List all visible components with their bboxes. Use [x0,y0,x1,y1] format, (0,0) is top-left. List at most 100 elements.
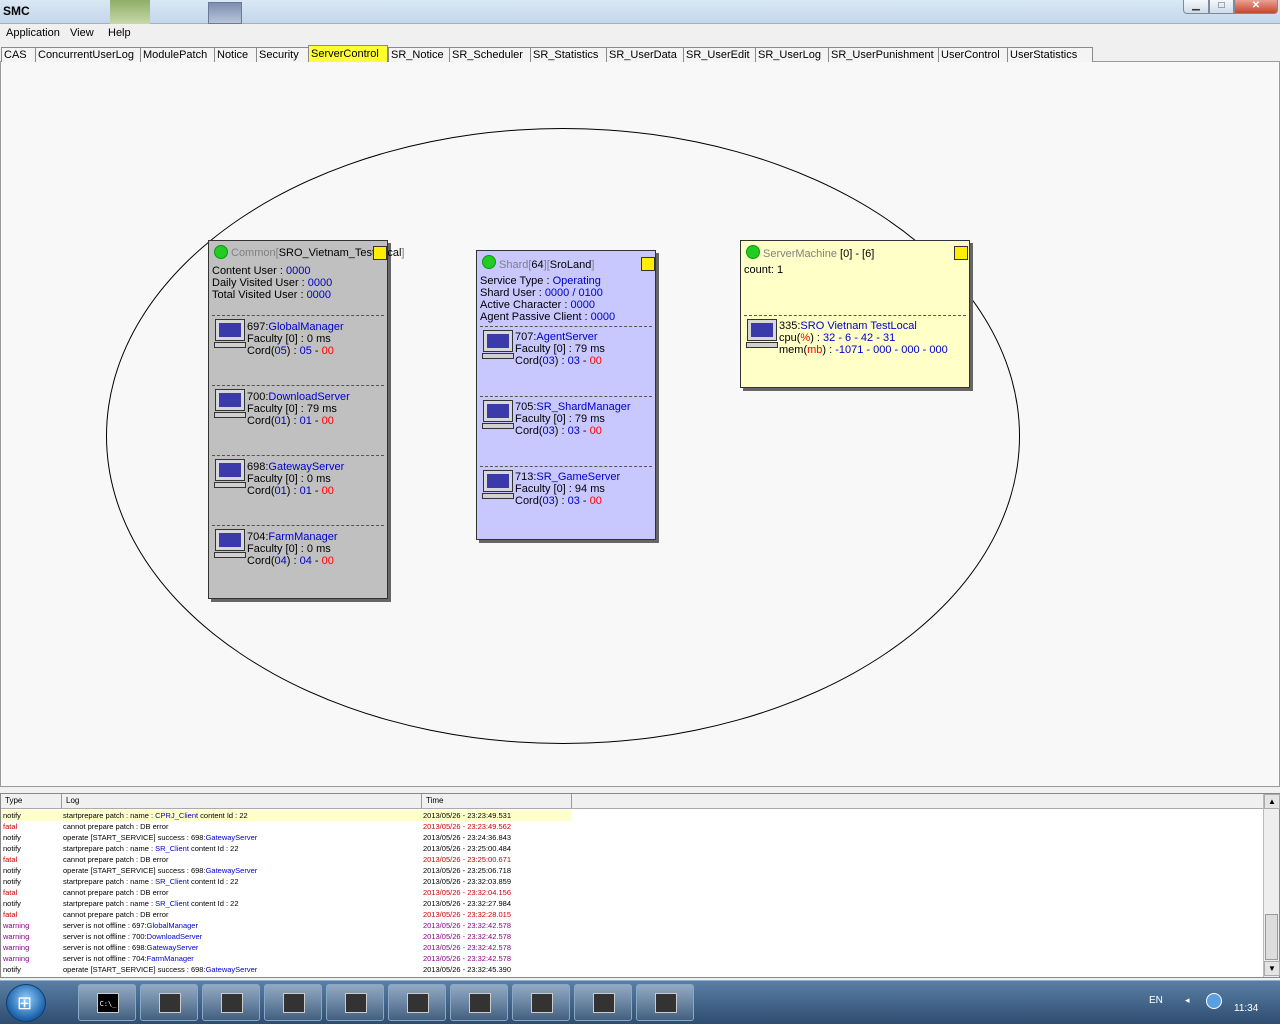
language-indicator[interactable]: EN [1149,995,1163,1006]
tab-concurrentuserlog[interactable]: ConcurrentUserLog [35,47,140,62]
scroll-up-button[interactable]: ▲ [1264,794,1280,809]
log-row[interactable]: notify startprepare patch : name : SR_Cli… [1,898,1263,909]
log-message-cell: cannot prepare patch : DB error [63,888,169,897]
status-online-icon [482,255,496,269]
tab-security[interactable]: Security [256,47,308,62]
computer-icon[interactable] [214,389,246,419]
active-character-stat: Active Character : 0000 [480,299,595,311]
tab-servercontrol[interactable]: ServerControl [308,45,388,62]
network-icon[interactable] [1206,993,1222,1009]
log-row[interactable]: notify startprepare patch : name : SR_Cli… [1,876,1263,887]
log-message-cell: operate [START_SERVICE] success : 698:Ga… [63,833,258,842]
machine-entry[interactable]: 335:SRO Vietnam TestLocal [779,320,917,332]
server-machine-node[interactable]: ServerMachine [0] - [6] count: 1 335:SRO… [740,240,970,388]
clock[interactable]: 11:34 [1234,1003,1258,1014]
tab-sr-userlog[interactable]: SR_UserLog [755,47,828,62]
server-faculty: Faculty [0] : 0 ms [247,333,331,345]
shard-node[interactable]: Shard[64][SroLand] Service Type : Operat… [476,250,656,540]
taskbar-window-button[interactable] [388,984,446,1021]
taskbar-window-button[interactable] [326,984,384,1021]
server-entry-agentserver[interactable]: 707:AgentServer [515,331,598,343]
log-time-cell: 2013/05/26 - 23:23:49.531 [423,811,511,820]
log-row[interactable]: fatal cannot prepare patch : DB error 2013… [1,821,1263,832]
taskbar-window-button[interactable] [140,984,198,1021]
log-row[interactable]: notify operate [START_SERVICE] success : … [1,865,1263,876]
shard-user-stat: Shard User : 0000 / 0100 [480,287,603,299]
minimize-button[interactable]: ▁ [1183,0,1209,14]
separator [480,396,652,397]
tab-notice[interactable]: Notice [214,47,256,62]
menu-view[interactable]: View [70,27,94,39]
tab-cas[interactable]: CAS [1,47,35,62]
scroll-down-button[interactable]: ▼ [1264,961,1280,976]
server-cord: Cord(03) : 03 - 00 [515,495,602,507]
server-entry-sr-shardmanager[interactable]: 705:SR_ShardManager [515,401,631,413]
log-row[interactable]: notify operate [START_SERVICE] success : … [1,964,1263,975]
log-row[interactable]: warning server is not offline : 704:FarmM… [1,953,1263,964]
taskbar-window-button[interactable] [202,984,260,1021]
computer-icon[interactable] [214,319,246,349]
tab-modulepatch[interactable]: ModulePatch [140,47,214,62]
tray-expand-icon[interactable]: ◂ [1185,995,1190,1006]
log-row[interactable]: fatal cannot prepare patch : DB error 2013… [1,887,1263,898]
server-cord: Cord(01) : 01 - 00 [247,415,334,427]
log-message-cell: server is not offline : 698:GatewayServe… [63,943,199,952]
log-row[interactable]: fatal cannot prepare patch : DB error 2013… [1,909,1263,920]
log-row[interactable]: fatal cannot prepare patch : DB error 2013… [1,854,1263,865]
computer-icon[interactable] [746,319,778,349]
log-scrollbar[interactable]: ▲ ▼ [1263,794,1280,977]
taskbar-cmd-button[interactable]: C:\_ [78,984,136,1021]
taskbar-window-button[interactable] [264,984,322,1021]
log-type-cell: notify [3,844,21,853]
server-entry-farmmanager[interactable]: 704:FarmManager [247,531,338,543]
log-row[interactable]: warning server is not offline : 698:Gatew… [1,942,1263,953]
server-entry-gatewayserver[interactable]: 698:GatewayServer [247,461,344,473]
taskbar-window-button[interactable] [636,984,694,1021]
close-button[interactable]: ✕ [1234,0,1278,14]
taskbar-window-button[interactable] [512,984,570,1021]
column-header-log[interactable]: Log [62,794,422,808]
app-thumbnail-icon [110,0,150,24]
computer-icon[interactable] [214,529,246,559]
column-header-time[interactable]: Time [422,794,572,808]
gear-icon[interactable] [208,2,242,24]
log-row[interactable]: notify startprepare patch : name : CPRJ_C… [1,810,572,821]
common-node[interactable]: Common[SRO_Vietnam_TestLocal] Content Us… [208,240,404,599]
server-entry-downloadserver[interactable]: 700:DownloadServer [247,391,350,403]
menu-application[interactable]: Application [6,27,60,39]
column-header-type[interactable]: Type [1,794,62,808]
taskbar-window-button[interactable] [450,984,508,1021]
node-toggle-box[interactable] [373,246,387,260]
total-visited-stat: Total Visited User : 0000 [212,289,332,301]
computer-icon[interactable] [482,470,514,500]
application-window-icon [655,993,677,1013]
server-entry-globalmanager[interactable]: 697:GlobalManager [247,321,344,333]
server-entry-sr-gameserver[interactable]: 713:SR_GameServer [515,471,620,483]
tab-sr-scheduler[interactable]: SR_Scheduler [449,47,530,62]
computer-icon[interactable] [482,400,514,430]
taskbar-window-button[interactable] [574,984,632,1021]
tab-userstatistics[interactable]: UserStatistics [1007,47,1093,62]
tab-sr-statistics[interactable]: SR_Statistics [530,47,606,62]
log-row[interactable]: warning server is not offline : 700:Downl… [1,931,1263,942]
node-toggle-box[interactable] [641,257,655,271]
log-type-cell: fatal [3,888,18,897]
service-type-stat: Service Type : Operating [480,275,601,287]
log-row[interactable]: notify operate [START_SERVICE] success : … [1,832,1263,843]
computer-icon[interactable] [482,330,514,360]
server-faculty: Faculty [0] : 94 ms [515,483,605,495]
log-message-cell: startprepare patch : name : CPRJ_Client … [63,811,248,820]
tab-usercontrol[interactable]: UserControl [938,47,1007,62]
computer-icon[interactable] [214,459,246,489]
tab-sr-useredit[interactable]: SR_UserEdit [683,47,755,62]
node-toggle-box[interactable] [954,246,968,260]
menu-help[interactable]: Help [108,27,131,39]
tab-sr-userdata[interactable]: SR_UserData [606,47,683,62]
tab-sr-notice[interactable]: SR_Notice [388,47,449,62]
log-row[interactable]: notify startprepare patch : name : SR_Cli… [1,843,1263,854]
maximize-button[interactable]: □ [1209,0,1234,14]
log-row[interactable]: warning server is not offline : 697:Globa… [1,920,1263,931]
tab-sr-userpunishment[interactable]: SR_UserPunishment [828,47,938,62]
scroll-thumb[interactable] [1265,914,1278,960]
start-button[interactable]: ⊞ [6,984,46,1022]
